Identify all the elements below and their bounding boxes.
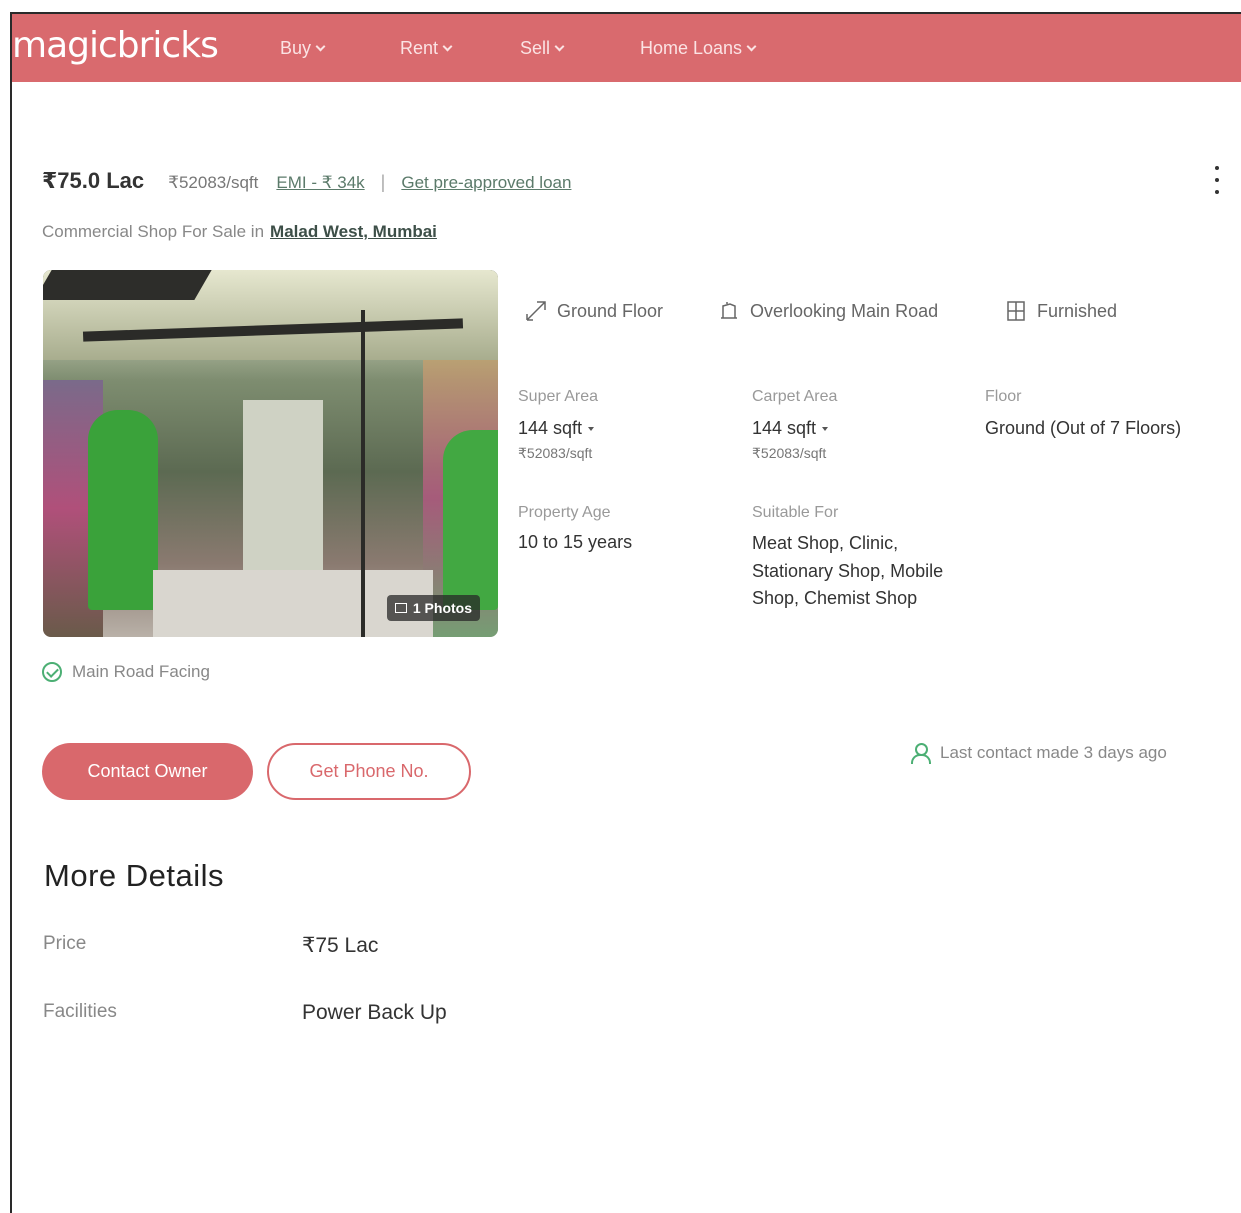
emi-link[interactable]: EMI - ₹ 34k <box>276 173 364 193</box>
furnished-icon <box>1007 301 1025 321</box>
feature-label: Furnished <box>1037 300 1118 321</box>
nav-item-buy[interactable]: Buy <box>280 38 326 59</box>
floor-label: Floor <box>985 388 1022 405</box>
last-contact-info: Last contact made 3 days ago <box>910 742 1167 764</box>
nav-item-label: Buy <box>280 38 312 58</box>
detail-value-facilities: Power Back Up <box>302 1001 447 1024</box>
nav-item-rent[interactable]: Rent <box>400 38 453 59</box>
feature-ground-floor: Ground Floor <box>525 300 663 322</box>
nav-item-sell[interactable]: Sell <box>520 38 565 59</box>
carpet-area-text: 144 sqft <box>752 418 817 438</box>
person-icon <box>910 742 931 764</box>
more-options-icon[interactable] <box>1213 166 1221 194</box>
pre-approved-loan-link[interactable]: Get pre-approved loan <box>401 173 571 193</box>
photo-count-badge[interactable]: 1 Photos <box>386 595 480 621</box>
listing-subtitle: Commercial Shop For Sale in Malad West, M… <box>42 222 437 242</box>
super-area-value[interactable]: 144 sqft <box>518 418 595 439</box>
property-age-value: 10 to 15 years <box>518 532 633 552</box>
nav-item-home-loans[interactable]: Home Loans <box>640 38 757 59</box>
nav-item-label: Rent <box>400 38 439 58</box>
chevron-down-icon <box>554 41 565 52</box>
super-area-rate: ₹52083/sqft <box>518 445 593 461</box>
image-icon <box>394 603 407 613</box>
caret-down-icon <box>588 427 595 432</box>
listing-price: ₹75.0 Lac <box>42 168 145 193</box>
detail-label-price: Price <box>43 933 87 954</box>
site-logo[interactable]: magicbricks <box>12 25 219 66</box>
price-per-sqft: ₹52083/sqft <box>168 173 259 192</box>
feature-furnished: Furnished <box>1005 300 1117 322</box>
suitable-for-value: Meat Shop, Clinic, Stationary Shop, Mobi… <box>752 533 944 608</box>
property-age-label: Property Age <box>518 504 611 521</box>
window-frame-left <box>10 14 12 1213</box>
feature-overlooking: Overlooking Main Road <box>718 300 938 322</box>
last-contact-text: Last contact made 3 days ago <box>940 743 1167 762</box>
property-type-text: Commercial Shop For Sale in <box>42 222 265 241</box>
more-details-title: More Details <box>44 858 224 893</box>
separator: | <box>380 172 386 192</box>
feature-label: Overlooking Main Road <box>750 300 939 321</box>
carpet-area-value[interactable]: 144 sqft <box>752 418 829 439</box>
super-area-text: 144 sqft <box>518 418 583 438</box>
price-row: ₹75.0 Lac ₹52083/sqft EMI - ₹ 34k | Get … <box>42 168 571 194</box>
highlight-label: Main Road Facing <box>72 662 210 681</box>
floor-value: Ground (Out of 7 Floors) <box>985 418 1182 438</box>
chevron-down-icon <box>442 41 453 52</box>
detail-value-price: ₹75 Lac <box>302 934 379 957</box>
road-view-icon <box>721 302 737 319</box>
check-circle-icon <box>42 662 62 682</box>
get-phone-button[interactable]: Get Phone No. <box>267 743 471 800</box>
photo-count: 1 Photos <box>412 600 472 616</box>
suitable-for-label: Suitable For <box>752 504 839 521</box>
nav-item-label: Sell <box>520 38 551 58</box>
property-photo[interactable]: 1 Photos <box>43 270 498 637</box>
location-link[interactable]: Malad West, Mumbai <box>270 222 437 241</box>
chevron-down-icon <box>315 41 326 52</box>
staircase-icon <box>526 301 546 321</box>
contact-owner-button[interactable]: Contact Owner <box>42 743 253 800</box>
top-navbar: magicbricks Buy Rent Sell Home Loans <box>12 14 1241 82</box>
chevron-down-icon <box>746 41 757 52</box>
nav-item-label: Home Loans <box>640 38 743 58</box>
carpet-area-rate: ₹52083/sqft <box>752 445 827 461</box>
super-area-label: Super Area <box>518 388 599 405</box>
detail-label-facilities: Facilities <box>43 1001 117 1022</box>
caret-down-icon <box>822 427 829 432</box>
feature-label: Ground Floor <box>557 300 664 321</box>
main-road-facing-highlight: Main Road Facing <box>42 662 210 682</box>
carpet-area-label: Carpet Area <box>752 388 838 405</box>
